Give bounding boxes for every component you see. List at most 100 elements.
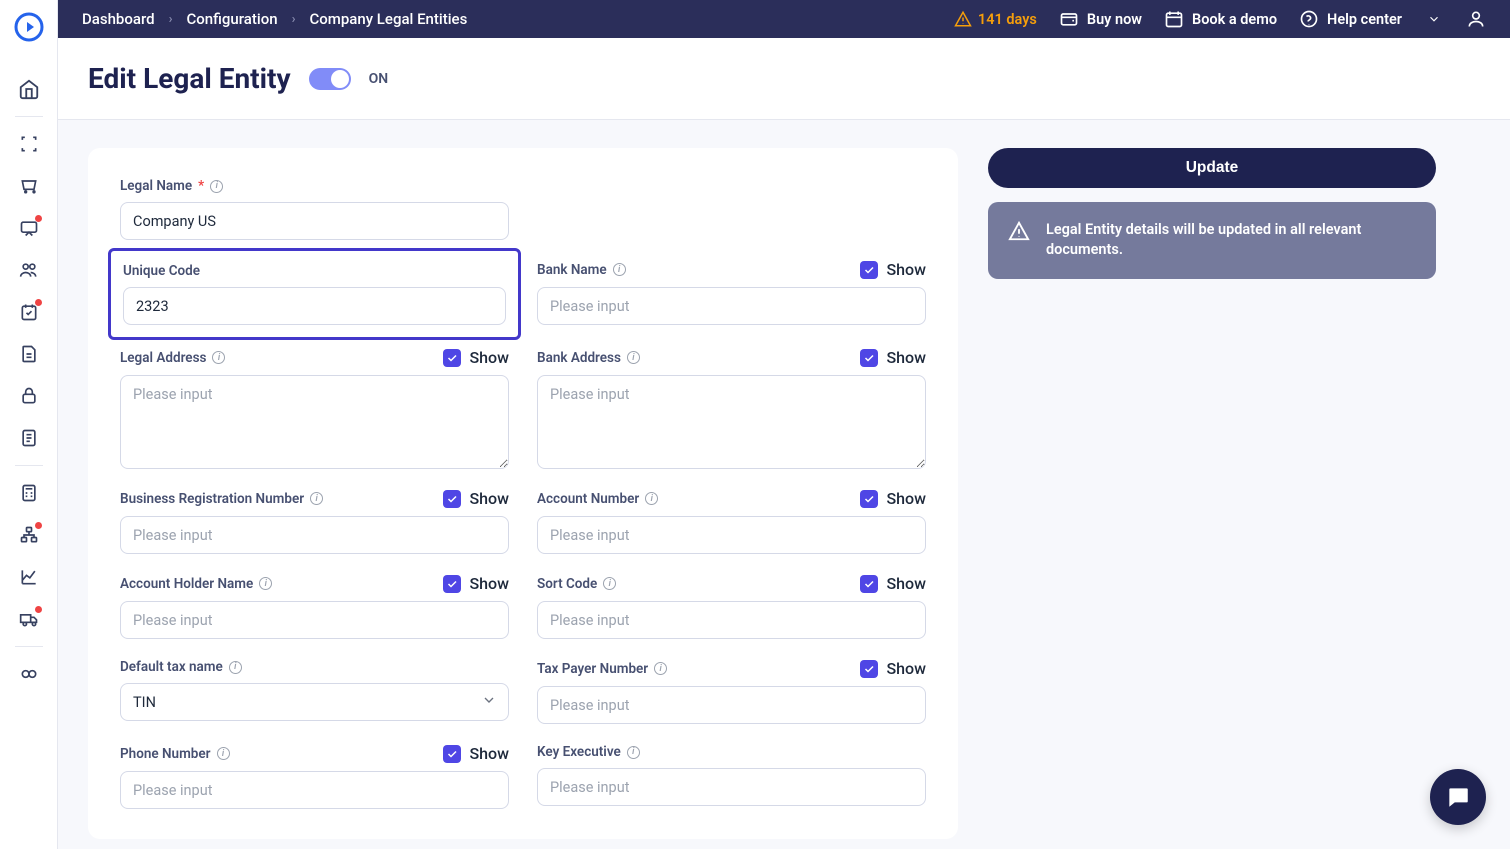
breadcrumb-item[interactable]: Configuration [187,10,278,28]
show-label: Show [886,659,926,678]
sidebar-lock-icon[interactable] [10,377,48,415]
show-label: Show [469,574,509,593]
info-icon[interactable]: i [210,180,223,193]
info-icon[interactable]: i [217,747,230,760]
breadcrumb-item[interactable]: Dashboard [82,10,155,28]
trial-days[interactable]: 141 days [954,10,1037,28]
input-sort-code[interactable] [537,601,926,639]
input-unique-code[interactable] [123,287,506,325]
field-phone: Phone Number i Show [120,744,509,809]
show-checkbox-legal-address[interactable] [443,349,461,367]
field-default-tax: Default tax name i [120,659,509,724]
show-checkbox-account-number[interactable] [860,490,878,508]
info-icon[interactable]: i [627,351,640,364]
input-legal-address[interactable] [120,375,509,469]
input-bank-name[interactable] [537,287,926,325]
sidebar-link-icon[interactable] [10,655,48,693]
select-default-tax[interactable] [120,683,509,721]
calendar-icon [1164,9,1184,29]
show-checkbox-tax-payer[interactable] [860,660,878,678]
sidebar-home-icon[interactable] [10,70,48,108]
sidebar-cart-icon[interactable] [10,167,48,205]
show-checkbox-bank-address[interactable] [860,349,878,367]
input-bank-address[interactable] [537,375,926,469]
info-icon[interactable]: i [259,577,272,590]
info-icon[interactable]: i [212,351,225,364]
field-key-exec: Key Executive i [537,744,926,809]
field-bank-address: Bank Address i Show [537,348,926,469]
show-label: Show [886,574,926,593]
sidebar-scan-icon[interactable] [10,125,48,163]
breadcrumb: Dashboard › Configuration › Company Lega… [82,10,467,28]
label-bank-address: Bank Address i [537,350,640,366]
info-banner: Legal Entity details will be updated in … [988,202,1436,279]
show-checkbox-sort-code[interactable] [860,575,878,593]
info-banner-text: Legal Entity details will be updated in … [1046,220,1416,261]
show-checkbox-phone[interactable] [443,745,461,763]
breadcrumb-item[interactable]: Company Legal Entities [310,10,468,28]
label-tax-payer: Tax Payer Number i [537,661,667,677]
sidebar-separator [15,465,43,466]
sidebar-org-icon[interactable] [10,516,48,554]
sidebar-users-icon[interactable] [10,251,48,289]
app-logo[interactable] [12,10,46,44]
entity-toggle[interactable] [309,68,351,90]
user-icon[interactable] [1466,9,1486,29]
show-label: Show [886,348,926,367]
field-legal-address: Legal Address i Show [120,348,509,469]
chat-bubble-button[interactable] [1430,769,1486,825]
input-legal-name[interactable] [120,202,509,240]
field-brn: Business Registration Number i Show [120,489,509,554]
form-card: Legal Name* i Unique Code Bank Name [88,148,958,839]
field-sort-code: Sort Code i Show [537,574,926,639]
label-sort-code: Sort Code i [537,576,616,592]
sidebar-check-icon[interactable] [10,293,48,331]
input-brn[interactable] [120,516,509,554]
sidebar [0,0,58,849]
field-account-holder: Account Holder Name i Show [120,574,509,639]
info-icon[interactable]: i [603,577,616,590]
update-button[interactable]: Update [988,148,1436,188]
chevron-right-icon: › [292,12,296,27]
info-icon[interactable]: i [645,492,658,505]
input-account-number[interactable] [537,516,926,554]
info-icon[interactable]: i [229,661,242,674]
info-icon[interactable]: i [613,263,626,276]
toggle-label: ON [369,71,389,87]
input-tax-payer[interactable] [537,686,926,724]
sidebar-separator [15,116,43,117]
chevron-down-icon[interactable] [1424,9,1444,29]
label-phone: Phone Number i [120,746,230,762]
field-unique-code: Unique Code [108,248,521,340]
sidebar-chat-icon[interactable] [10,209,48,247]
info-icon[interactable]: i [310,492,323,505]
chevron-right-icon: › [169,12,173,27]
show-checkbox-account-holder[interactable] [443,575,461,593]
book-demo-button[interactable]: Book a demo [1164,9,1277,29]
page-header: Edit Legal Entity ON [58,38,1510,120]
label-legal-address: Legal Address i [120,350,225,366]
sidebar-chart-icon[interactable] [10,558,48,596]
input-account-holder[interactable] [120,601,509,639]
sidebar-calculator-icon[interactable] [10,474,48,512]
label-account-holder: Account Holder Name i [120,576,272,592]
show-label: Show [886,489,926,508]
help-icon [1299,9,1319,29]
info-icon[interactable]: i [627,746,640,759]
field-tax-payer: Tax Payer Number i Show [537,659,926,724]
sidebar-truck-icon[interactable] [10,600,48,638]
input-key-exec[interactable] [537,768,926,806]
buy-now-button[interactable]: Buy now [1059,9,1142,29]
sidebar-receipt-icon[interactable] [10,419,48,457]
sidebar-doc-icon[interactable] [10,335,48,373]
show-label: Show [469,489,509,508]
show-checkbox-bank-name[interactable] [860,261,878,279]
input-phone[interactable] [120,771,509,809]
show-label: Show [886,260,926,279]
field-bank-name: Bank Name i Show [537,260,926,328]
help-center-button[interactable]: Help center [1299,9,1402,29]
show-label: Show [469,744,509,763]
field-account-number: Account Number i Show [537,489,926,554]
info-icon[interactable]: i [654,662,667,675]
show-checkbox-brn[interactable] [443,490,461,508]
